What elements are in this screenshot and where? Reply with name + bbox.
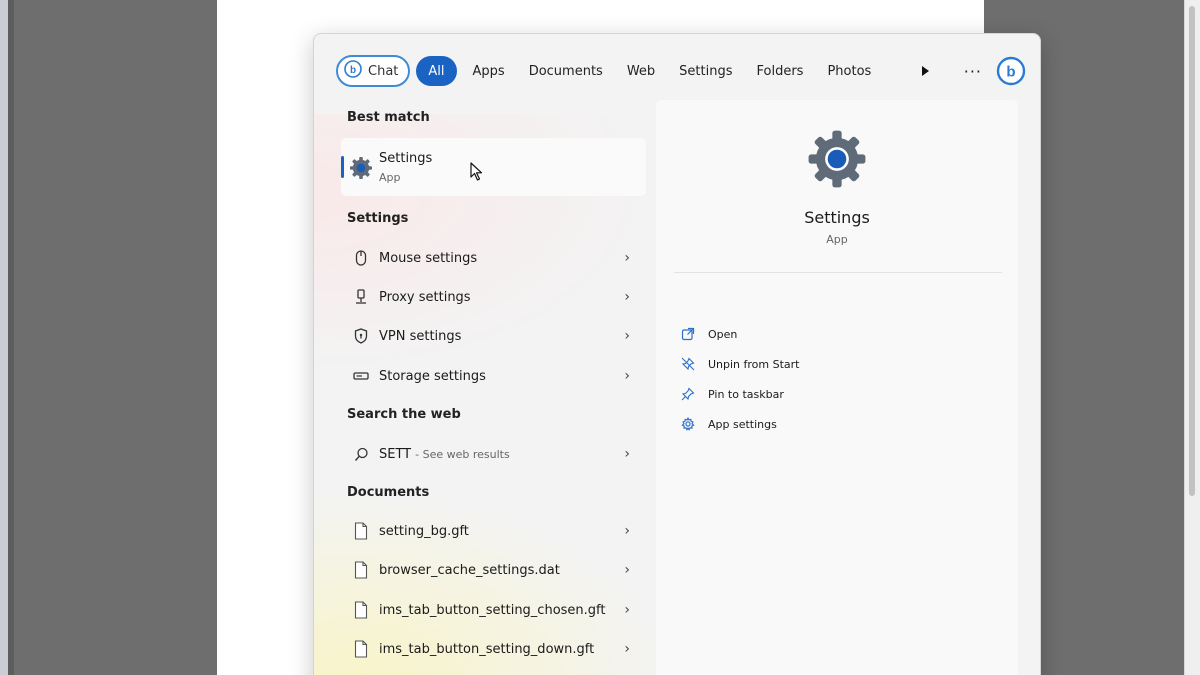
action-label: App settings — [708, 417, 777, 431]
storage-icon — [347, 371, 375, 381]
settings-gear-icon — [806, 128, 868, 194]
tab-documents[interactable]: Documents — [517, 56, 615, 86]
chat-button[interactable]: b Chat — [336, 55, 411, 87]
proxy-icon — [347, 289, 375, 305]
settings-item-mouse[interactable]: Mouse settings › — [341, 240, 646, 276]
settings-item-vpn[interactable]: VPN settings › — [341, 318, 646, 354]
filter-bar: b Chat All Apps Documents Web Settings F… — [336, 54, 1026, 88]
chevron-right-icon: › — [624, 523, 630, 539]
row-label: Mouse settings — [379, 250, 478, 266]
file-icon — [347, 561, 375, 579]
preview-title: Settings — [804, 208, 870, 227]
pin-icon — [680, 386, 696, 402]
chevron-right-icon: › — [624, 641, 630, 657]
row-label: ims_tab_button_setting_chosen.gft — [379, 602, 606, 618]
chat-label: Chat — [368, 63, 399, 79]
window-edge — [0, 0, 8, 675]
web-search-item[interactable]: SETT - See web results › — [341, 436, 646, 472]
section-title-settings: Settings — [347, 211, 409, 226]
tab-photos[interactable]: Photos — [815, 56, 883, 86]
section-title-documents: Documents — [347, 485, 430, 500]
more-options-button[interactable]: ··· — [964, 62, 982, 81]
selection-indicator — [341, 156, 344, 178]
row-label: VPN settings — [379, 328, 462, 344]
unpin-icon — [680, 356, 696, 372]
best-match-type: App — [379, 171, 401, 184]
search-icon — [347, 447, 375, 462]
file-icon — [347, 601, 375, 619]
chevron-right-icon: › — [624, 250, 630, 266]
open-icon — [680, 326, 696, 342]
document-item[interactable]: ims_tab_button_setting_down.gft › — [341, 631, 646, 667]
svg-text:b: b — [1006, 64, 1015, 81]
chevron-right-icon: › — [624, 289, 630, 305]
document-item[interactable]: setting_bg.gft › — [341, 513, 646, 549]
row-label: Storage settings — [379, 368, 486, 384]
window-edge-shadow — [8, 0, 14, 675]
file-icon — [347, 522, 375, 540]
chevron-right-icon: › — [624, 602, 630, 618]
svg-text:b: b — [350, 65, 356, 76]
scrollbar[interactable] — [1184, 0, 1200, 675]
action-label: Open — [708, 327, 738, 341]
mouse-pointer-icon — [470, 162, 484, 186]
row-label: browser_cache_settings.dat — [379, 562, 560, 578]
preview-subtitle: App — [826, 233, 848, 246]
search-panel: b Chat All Apps Documents Web Settings F… — [313, 33, 1041, 675]
section-title-best-match: Best match — [347, 110, 430, 125]
section-title-search-web: Search the web — [347, 407, 461, 422]
bing-button[interactable]: b — [996, 56, 1026, 86]
row-label: ims_tab_button_setting_down.gft — [379, 641, 595, 657]
tab-folders[interactable]: Folders — [744, 56, 815, 86]
action-unpin-start[interactable]: Unpin from Start — [680, 353, 800, 375]
action-open[interactable]: Open — [680, 323, 737, 345]
web-query-hint: - See web results — [415, 447, 510, 461]
gear-icon — [680, 416, 696, 432]
row-label: Proxy settings — [379, 289, 471, 305]
chevron-right-icon: › — [624, 446, 630, 462]
file-icon — [347, 640, 375, 658]
mouse-icon — [347, 250, 375, 266]
settings-gear-icon — [349, 156, 373, 184]
web-query: SETT — [379, 446, 412, 462]
action-pin-taskbar[interactable]: Pin to taskbar — [680, 383, 784, 405]
tab-all[interactable]: All — [416, 56, 457, 86]
settings-item-proxy[interactable]: Proxy settings › — [341, 279, 646, 315]
row-label: setting_bg.gft — [379, 523, 469, 539]
document-item[interactable]: browser_cache_settings.dat › — [341, 552, 646, 588]
tab-apps[interactable]: Apps — [461, 56, 517, 86]
action-label: Pin to taskbar — [708, 387, 784, 401]
bing-icon: b — [344, 60, 362, 82]
action-label: Unpin from Start — [708, 357, 800, 371]
scrollbar-thumb[interactable] — [1189, 6, 1195, 496]
shield-icon — [347, 328, 375, 344]
chevron-right-icon: › — [624, 562, 630, 578]
best-match-name: Settings — [379, 151, 433, 166]
best-match-item[interactable]: Settings App — [341, 138, 646, 196]
play-icon[interactable] — [917, 61, 931, 81]
preview-pane: Settings App Open Unpin from Start Pin t… — [656, 100, 1018, 675]
chevron-right-icon: › — [624, 368, 630, 384]
action-app-settings[interactable]: App settings — [680, 413, 777, 435]
chevron-right-icon: › — [624, 328, 630, 344]
tab-settings[interactable]: Settings — [667, 56, 744, 86]
document-item[interactable]: ims_tab_button_setting_chosen.gft › — [341, 592, 646, 628]
divider — [674, 272, 1002, 273]
tab-web[interactable]: Web — [615, 56, 667, 86]
settings-item-storage[interactable]: Storage settings › — [341, 358, 646, 394]
